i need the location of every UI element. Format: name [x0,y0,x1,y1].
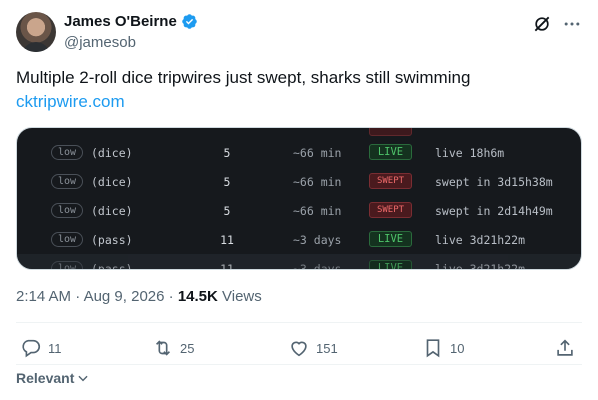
rolls-value: 5 [223,175,231,189]
author-handle[interactable]: @jamesob [64,34,136,51]
tweet-media-image[interactable]: low (dice) 5 ~66 min LIVE live 18h6m low… [16,127,582,270]
share-button[interactable] [554,334,576,362]
grok-icon[interactable] [532,14,552,34]
tweet-header: James O'Beirne @jamesob [16,10,582,56]
verified-badge-icon[interactable] [181,13,198,30]
repost-count: 25 [180,340,195,356]
like-count: 151 [316,340,338,356]
repost-icon [155,340,171,356]
like-button[interactable]: 151 [288,334,338,362]
reply-button[interactable]: 11 [20,334,62,362]
eta-value: ~3 days [293,233,342,247]
views-count: 14.5K [177,288,218,305]
table-row: low (dice) 5 ~66 min SWEPT swept in 3d15… [17,167,581,196]
priority-label: low [51,261,84,269]
detail-value: swept in 3d15h38m [435,175,553,189]
detail-value: live 18h6m [435,146,505,160]
table-row: low (pass) 11 ~3 days LIVE live 3d21h22m [17,225,581,254]
author-name-row: James O'Beirne [64,13,198,30]
meta-separator: · [71,288,84,305]
share-icon [557,339,573,356]
reply-icon [22,339,41,358]
meta-separator: · [164,288,178,305]
detail-value: live 3d21h22m [435,262,526,270]
rolls-value: 11 [220,262,234,270]
priority-label: low [51,232,84,247]
detail-value: swept in 2d14h49m [435,204,553,218]
more-icon[interactable] [562,14,582,34]
bookmark-count: 10 [450,340,465,356]
tweet-meta: 2:14 AM · Aug 9, 2026 · 14.5K Views [16,288,262,305]
reply-count: 11 [48,340,62,356]
status-badge: LIVE [369,144,412,160]
table-row: low (pass) 11 ~3 days LIVE live 3d21h22m [17,254,581,270]
kind-label: (dice) [91,204,133,218]
author-display-name[interactable]: James O'Beirne [64,13,177,30]
priority-label: low [51,145,84,160]
status-badge [369,128,412,136]
detail-value: live 3d21h22m [435,233,526,247]
table-row: low (dice) 5 ~66 min LIVE live 18h6m [17,138,581,167]
rolls-value: 5 [223,204,231,218]
heart-icon [291,341,307,357]
tweet-date[interactable]: Aug 9, 2026 [84,288,165,305]
kind-label: (dice) [91,146,133,160]
bookmark-button[interactable]: 10 [422,334,464,362]
tweet-link[interactable]: cktripwire.com [16,90,125,114]
bookmark-icon [426,339,440,358]
eta-value: ~3 days [293,262,342,270]
avatar[interactable] [16,12,56,52]
divider [16,322,582,323]
repost-button[interactable]: 25 [152,334,194,362]
priority-label: low [51,174,84,189]
divider [16,364,582,365]
eta-value: ~66 min [293,204,342,218]
action-bar: 11 25 151 10 [16,334,582,362]
rolls-value: 11 [220,233,234,247]
kind-label: (dice) [91,175,133,189]
kind-label: (pass) [91,233,133,247]
status-badge: SWEPT [369,173,412,189]
priority-label: low [51,203,84,218]
status-badge: LIVE [369,260,412,269]
views-label: Views [222,288,262,305]
eta-value: ~66 min [293,146,342,160]
eta-value: ~66 min [293,175,342,189]
sort-label: Relevant [16,370,75,386]
status-badge: LIVE [369,231,412,247]
tweet-text: Multiple 2-roll dice tripwires just swep… [16,68,471,87]
table-row: low (dice) 5 ~66 min SWEPT swept in 2d14… [17,196,581,225]
tweet-time[interactable]: 2:14 AM [16,288,71,305]
rolls-value: 5 [223,146,231,160]
sort-replies-dropdown[interactable]: Relevant [16,370,90,386]
status-badge: SWEPT [369,202,412,218]
chevron-down-icon [78,375,88,382]
kind-label: (pass) [91,262,133,270]
